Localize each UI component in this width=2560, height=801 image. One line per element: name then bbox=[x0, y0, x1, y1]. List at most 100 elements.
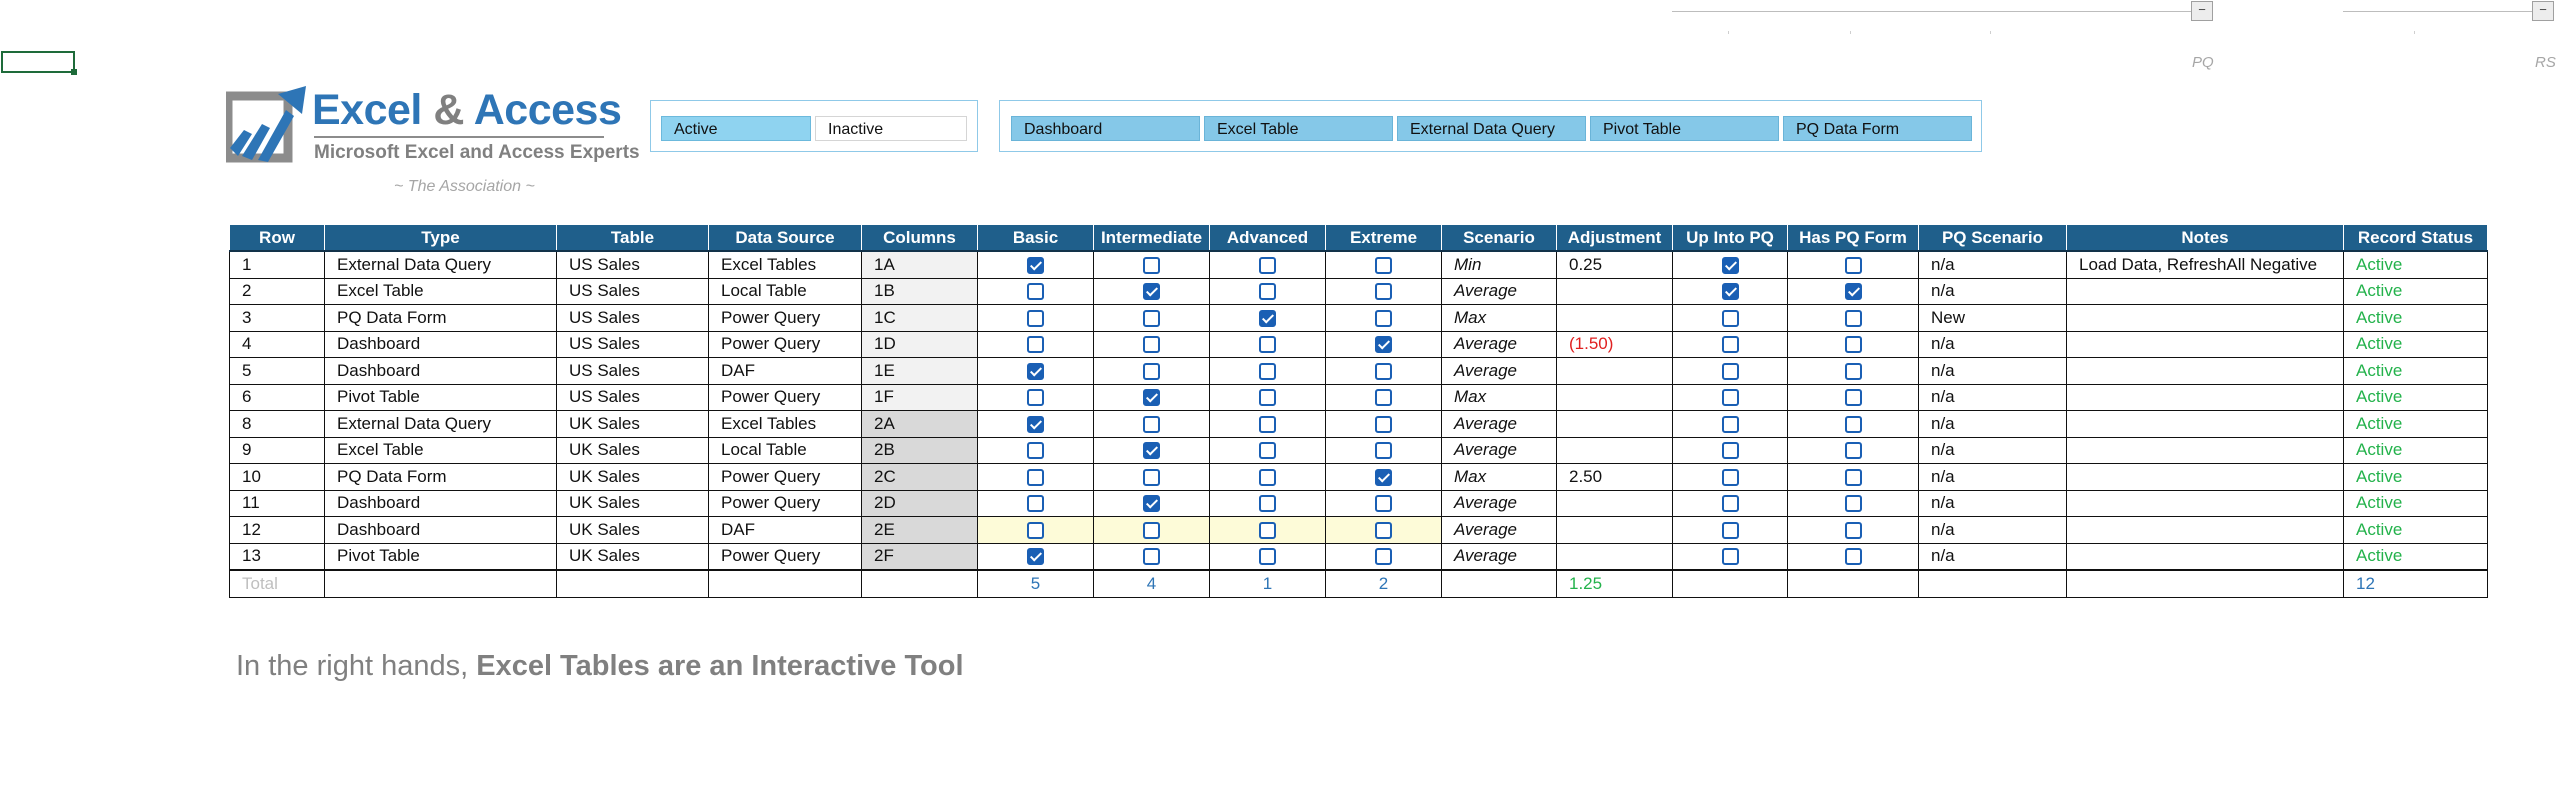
total-empty[interactable] bbox=[1918, 569, 2067, 598]
checkbox-checked[interactable] bbox=[1027, 548, 1044, 566]
checkbox-checked[interactable] bbox=[1143, 283, 1160, 301]
cell-row[interactable]: 3 bbox=[229, 304, 325, 332]
checkbox-unchecked[interactable] bbox=[1721, 548, 1739, 566]
cell-extreme[interactable] bbox=[1325, 463, 1442, 491]
checkbox-unchecked[interactable] bbox=[1375, 309, 1392, 327]
checkbox-unchecked[interactable] bbox=[1721, 415, 1739, 433]
cell-row[interactable]: 9 bbox=[229, 436, 325, 464]
checkbox-unchecked[interactable] bbox=[1844, 548, 1862, 566]
cell-scenario[interactable]: Average bbox=[1441, 542, 1557, 571]
rs-slider-track[interactable] bbox=[2343, 11, 2548, 12]
checkbox-checked[interactable] bbox=[1844, 283, 1862, 301]
cell-notes[interactable] bbox=[2066, 542, 2344, 571]
checkbox-unchecked[interactable] bbox=[1259, 521, 1276, 539]
cell-basic[interactable] bbox=[977, 250, 1094, 279]
total-empty[interactable] bbox=[556, 569, 709, 598]
cell-extreme[interactable] bbox=[1325, 436, 1442, 464]
cell-row[interactable]: 6 bbox=[229, 383, 325, 411]
checkbox-unchecked[interactable] bbox=[1844, 256, 1862, 274]
total-empty[interactable] bbox=[1441, 569, 1557, 598]
checkbox-checked[interactable] bbox=[1027, 415, 1044, 433]
cell-has-pq-form[interactable] bbox=[1787, 436, 1919, 464]
cell-pq-scenario[interactable]: n/a bbox=[1918, 357, 2067, 385]
cell-type[interactable]: Pivot Table bbox=[324, 383, 557, 411]
cell-intermediate[interactable] bbox=[1093, 277, 1210, 305]
cell-has-pq-form[interactable] bbox=[1787, 463, 1919, 491]
cell-type[interactable]: External Data Query bbox=[324, 410, 557, 438]
column-header[interactable]: Adjustment bbox=[1556, 224, 1673, 252]
checkbox-checked[interactable] bbox=[1375, 336, 1392, 354]
cell-data-source[interactable]: Power Query bbox=[708, 542, 862, 571]
cell-extreme[interactable] bbox=[1325, 516, 1442, 544]
checkbox-unchecked[interactable] bbox=[1143, 362, 1160, 380]
cell-advanced[interactable] bbox=[1209, 436, 1326, 464]
cell-advanced[interactable] bbox=[1209, 250, 1326, 279]
checkbox-unchecked[interactable] bbox=[1844, 309, 1862, 327]
cell-intermediate[interactable] bbox=[1093, 357, 1210, 385]
cell-data-source[interactable]: Power Query bbox=[708, 330, 862, 358]
checkbox-unchecked[interactable] bbox=[1143, 256, 1160, 274]
column-header[interactable]: PQ Scenario bbox=[1918, 224, 2067, 252]
checkbox-unchecked[interactable] bbox=[1375, 548, 1392, 566]
cell-notes[interactable] bbox=[2066, 489, 2344, 517]
cell-columns[interactable]: 2A bbox=[861, 410, 978, 438]
cell-advanced[interactable] bbox=[1209, 463, 1326, 491]
cell-type[interactable]: PQ Data Form bbox=[324, 463, 557, 491]
cell-adjustment[interactable] bbox=[1556, 304, 1673, 332]
cell-intermediate[interactable] bbox=[1093, 410, 1210, 438]
checkbox-checked[interactable] bbox=[1143, 442, 1160, 460]
cell-intermediate[interactable] bbox=[1093, 463, 1210, 491]
cell-basic[interactable] bbox=[977, 383, 1094, 411]
cell-columns[interactable]: 2B bbox=[861, 436, 978, 464]
cell-notes[interactable] bbox=[2066, 277, 2344, 305]
checkbox-checked[interactable] bbox=[1259, 309, 1276, 327]
cell-adjustment[interactable] bbox=[1556, 357, 1673, 385]
cell-scenario[interactable]: Average bbox=[1441, 436, 1557, 464]
cell-scenario[interactable]: Average bbox=[1441, 357, 1557, 385]
checkbox-unchecked[interactable] bbox=[1143, 415, 1160, 433]
cell-table[interactable]: US Sales bbox=[556, 357, 709, 385]
cell-extreme[interactable] bbox=[1325, 277, 1442, 305]
cell-columns[interactable]: 1C bbox=[861, 304, 978, 332]
cell-scenario[interactable]: Average bbox=[1441, 330, 1557, 358]
checkbox-unchecked[interactable] bbox=[1721, 468, 1739, 486]
cell-data-source[interactable]: Power Query bbox=[708, 463, 862, 491]
cell-has-pq-form[interactable] bbox=[1787, 516, 1919, 544]
cell-record-status[interactable]: Active bbox=[2343, 383, 2488, 411]
cell-pq-scenario[interactable]: n/a bbox=[1918, 542, 2067, 571]
cell-up-into-pq[interactable] bbox=[1672, 516, 1788, 544]
cell-basic[interactable] bbox=[977, 304, 1094, 332]
checkbox-unchecked[interactable] bbox=[1375, 442, 1392, 460]
cell-has-pq-form[interactable] bbox=[1787, 410, 1919, 438]
column-header[interactable]: Extreme bbox=[1325, 224, 1442, 252]
selected-cell[interactable] bbox=[1, 51, 77, 75]
column-header[interactable]: Has PQ Form bbox=[1787, 224, 1919, 252]
slicer-item-pivot-table[interactable]: Pivot Table bbox=[1590, 116, 1779, 141]
cell-columns[interactable]: 1B bbox=[861, 277, 978, 305]
cell-notes[interactable] bbox=[2066, 330, 2344, 358]
cell-adjustment[interactable] bbox=[1556, 410, 1673, 438]
cell-adjustment[interactable] bbox=[1556, 383, 1673, 411]
cell-table[interactable]: US Sales bbox=[556, 304, 709, 332]
cell-scenario[interactable]: Max bbox=[1441, 383, 1557, 411]
cell-intermediate[interactable] bbox=[1093, 330, 1210, 358]
cell-advanced[interactable] bbox=[1209, 489, 1326, 517]
cell-extreme[interactable] bbox=[1325, 489, 1442, 517]
checkbox-unchecked[interactable] bbox=[1721, 309, 1739, 327]
cell-extreme[interactable] bbox=[1325, 357, 1442, 385]
cell-data-source[interactable]: Power Query bbox=[708, 383, 862, 411]
checkbox-unchecked[interactable] bbox=[1027, 283, 1044, 301]
checkbox-checked[interactable] bbox=[1027, 362, 1044, 380]
checkbox-unchecked[interactable] bbox=[1027, 336, 1044, 354]
cell-table[interactable]: US Sales bbox=[556, 250, 709, 279]
checkbox-unchecked[interactable] bbox=[1844, 442, 1862, 460]
cell-intermediate[interactable] bbox=[1093, 250, 1210, 279]
cell-scenario[interactable]: Average bbox=[1441, 489, 1557, 517]
cell-advanced[interactable] bbox=[1209, 383, 1326, 411]
pq-slider-thumb[interactable]: − bbox=[2191, 1, 2213, 21]
cell-data-source[interactable]: Excel Tables bbox=[708, 410, 862, 438]
cell-row[interactable]: 12 bbox=[229, 516, 325, 544]
cell-adjustment[interactable] bbox=[1556, 516, 1673, 544]
checkbox-unchecked[interactable] bbox=[1027, 389, 1044, 407]
cell-advanced[interactable] bbox=[1209, 516, 1326, 544]
